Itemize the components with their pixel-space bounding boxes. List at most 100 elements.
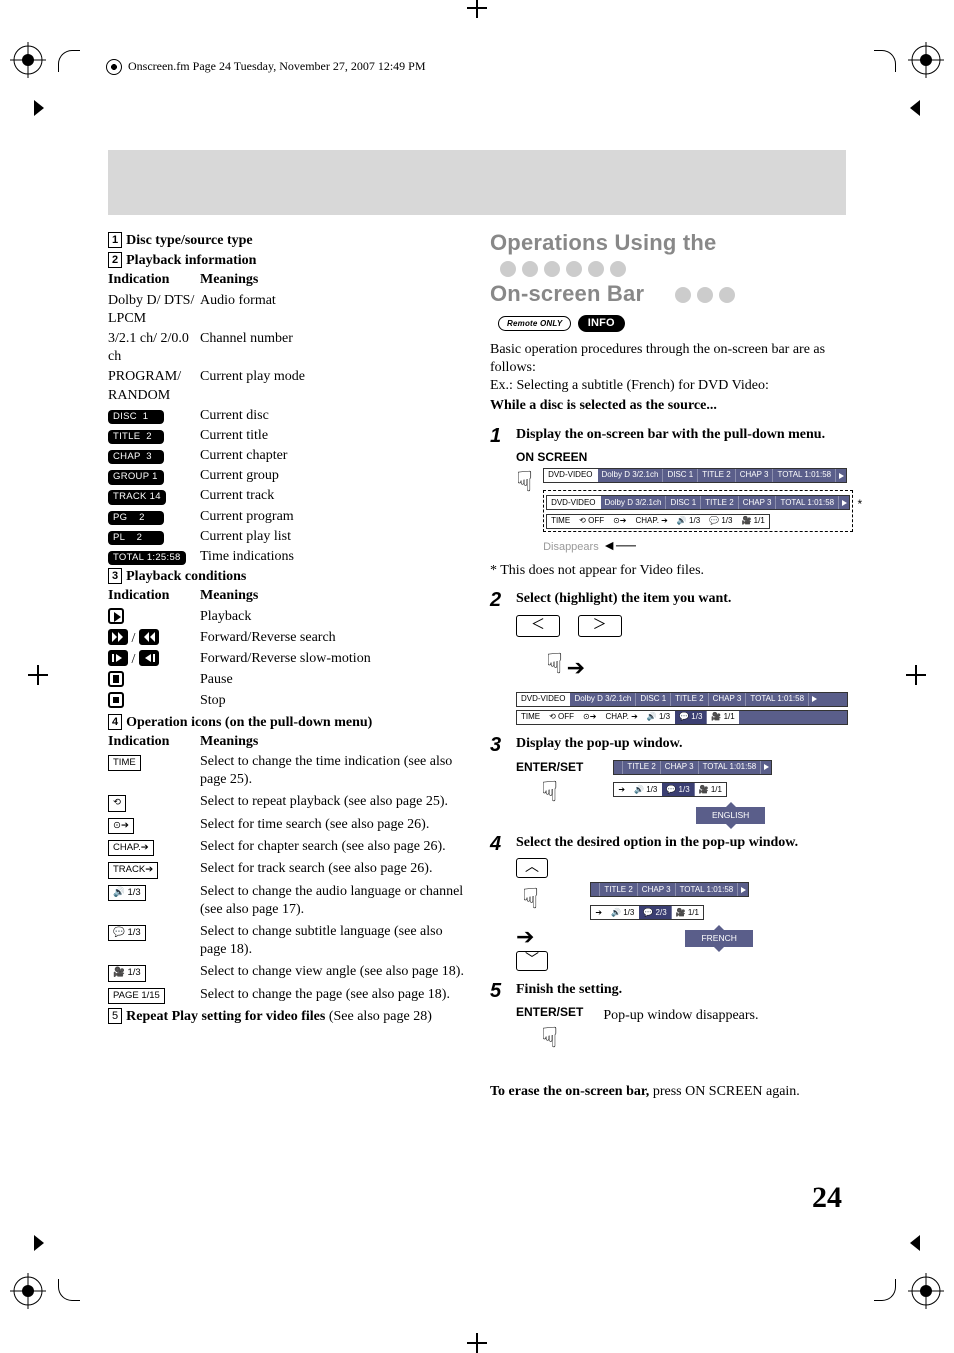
- meaning-cell: Forward/Reverse search: [200, 629, 466, 648]
- crop-mark-icon: [467, 0, 487, 18]
- indication-cell: CHAP.➔: [108, 838, 200, 856]
- operation-icon: TIME: [108, 755, 141, 771]
- hand-press-icon: ☟: [522, 882, 539, 918]
- arrow-right-icon: ➔: [567, 654, 585, 683]
- cursor-up-button[interactable]: ︿: [516, 858, 548, 878]
- col-header-indication: Indication: [108, 733, 200, 751]
- table-header: Indication Meanings: [108, 733, 466, 751]
- section-1-heading: 1Disc type/source type: [108, 232, 466, 250]
- intro-text-2: Ex.: Selecting a subtitle (French) for D…: [490, 377, 848, 395]
- operation-icon: TRACK➔: [108, 862, 158, 878]
- reg-mark-icon: [10, 1273, 46, 1309]
- tri-mark-icon: [910, 1235, 920, 1251]
- indication-cell: PG 2: [108, 508, 200, 526]
- indication-cell: 💬 1/3: [108, 923, 200, 959]
- osd-expanded-box: * DVD-VIDEODolby D 3/2.1ch DISC 1TITLE 2…: [543, 490, 853, 532]
- meaning-cell: Forward/Reverse slow-motion: [200, 650, 466, 669]
- enter-set-label: ENTER/SET: [516, 1005, 583, 1021]
- indication-cell: PL 2: [108, 528, 200, 546]
- decor-dots-icon: [675, 287, 735, 303]
- operation-icon: 💬 1/3: [108, 925, 146, 941]
- col-header-meanings: Meanings: [200, 733, 258, 751]
- disappears-label: Disappears: [543, 541, 599, 553]
- meaning-cell: Select to change the page (see also page…: [200, 986, 466, 1004]
- meaning-cell: Select to change the audio language or c…: [200, 883, 466, 919]
- table-row: ⊙➔Select for time search (see also page …: [108, 816, 466, 834]
- asterisk-icon: *: [857, 497, 862, 513]
- fast-forward-icon: [108, 629, 128, 645]
- osd-chip-icon: DISC 1: [108, 410, 164, 424]
- indication-cell: PROGRAM/ RANDOM: [108, 368, 200, 404]
- cursor-right-button[interactable]: ＞: [578, 615, 622, 637]
- indication-cell: 3/2.1 ch/ 2/0.0 ch: [108, 330, 200, 366]
- meaning-cell: Select to change subtitle language (see …: [200, 923, 466, 959]
- arrow-right-icon: ➔: [516, 923, 534, 952]
- remote-only-badge: Remote ONLY: [498, 316, 571, 331]
- table-row: DISC 1Current disc: [108, 407, 466, 425]
- operation-icon: ⟲: [108, 795, 126, 811]
- table-row: CHAP 3 Current chapter: [108, 447, 466, 465]
- tri-mark-icon: [910, 100, 920, 116]
- table-row: / Forward/Reverse search: [108, 629, 466, 648]
- osd-bar-partial-2: ➔🔊 1/3💬 2/3🎥 1/1: [590, 905, 704, 920]
- indication-cell: CHAP 3: [108, 447, 200, 465]
- table-row: PROGRAM/ RANDOMCurrent play mode: [108, 368, 466, 404]
- meaning-cell: Current track: [200, 487, 466, 505]
- indication-cell: ⊙➔: [108, 816, 200, 834]
- meaning-cell: Select for track search (see also page 2…: [200, 860, 466, 878]
- table-row: PL 2Current play list: [108, 528, 466, 546]
- slow-reverse-icon: [139, 650, 159, 666]
- cursor-down-button[interactable]: ﹀: [516, 951, 548, 971]
- hand-press-icon: ☟: [546, 647, 563, 683]
- osd-bar-top: DVD-VIDEODolby D 3/2.1ch DISC 1TITLE 2CH…: [543, 468, 847, 483]
- step-number: 2: [490, 590, 506, 725]
- on-screen-label: ON SCREEN: [516, 450, 853, 466]
- indication-cell: TIME: [108, 753, 200, 789]
- frame-corner-icon: [874, 1279, 896, 1301]
- meaning-cell: Current play mode: [200, 368, 466, 404]
- meaning-cell: Channel number: [200, 330, 466, 366]
- meaning-cell: Select to change view angle (see also pa…: [200, 963, 466, 981]
- decor-dots-icon: [500, 261, 626, 277]
- cursor-left-button[interactable]: ＜: [516, 615, 560, 637]
- meaning-cell: Pause: [200, 671, 466, 690]
- table-row: Playback: [108, 608, 466, 627]
- step-number: 1: [490, 426, 506, 557]
- table-row: TRACK 14Current track: [108, 487, 466, 505]
- osd-bar-row1: DVD-VIDEODolby D 3/2.1ch DISC 1TITLE 2CH…: [516, 692, 848, 707]
- step-5: 5 Finish the setting. ENTER/SET ☟ Pop-up…: [490, 981, 848, 1057]
- table-row: TITLE 2Current title: [108, 427, 466, 445]
- col-header-meanings: Meanings: [200, 587, 258, 605]
- indication-cell: Dolby D/ DTS/ LPCM: [108, 292, 200, 328]
- table-row: 3/2.1 ch/ 2/0.0 chChannel number: [108, 330, 466, 366]
- hand-press-icon: ☟: [516, 465, 533, 501]
- table-row: CHAP.➔Select for chapter search (see als…: [108, 838, 466, 856]
- osd-bar-row1: DVD-VIDEODolby D 3/2.1ch DISC 1TITLE 2CH…: [546, 495, 850, 510]
- table-row: TOTAL 1:25:58Time indications: [108, 548, 466, 566]
- table-row: 💬 1/3 Select to change subtitle language …: [108, 923, 466, 959]
- col-header-meanings: Meanings: [200, 271, 258, 289]
- indication-cell: DISC 1: [108, 407, 200, 425]
- title-line-2: On-screen Bar: [490, 281, 644, 306]
- osd-chip-icon: TOTAL 1:25:58: [108, 551, 186, 565]
- osd-bar-row2: TIME⟲ OFF ⊙➔CHAP. ➔ 🔊 1/3💬 1/3🎥 1/1: [546, 514, 770, 529]
- step-2: 2 Select (highlight) the item you want. …: [490, 590, 848, 725]
- meaning-cell: Current chapter: [200, 447, 466, 465]
- pause-icon: [108, 671, 124, 687]
- table-header: Indication Meanings: [108, 271, 466, 289]
- table-header: Indication Meanings: [108, 587, 466, 605]
- operation-icon: 🎥 1/3: [108, 965, 146, 981]
- indication-cell: TRACK➔: [108, 860, 200, 878]
- operation-icon: ⊙➔: [108, 818, 134, 834]
- section-5-heading: 5Repeat Play setting for video files (Se…: [108, 1008, 466, 1026]
- osd-chip-icon: CHAP 3: [108, 450, 164, 464]
- hand-press-icon: ☟: [541, 775, 558, 811]
- meaning-cell: Playback: [200, 608, 466, 627]
- meaning-cell: Select to change the time indication (se…: [200, 753, 466, 789]
- table-row: ⟲Select to repeat playback (see also pag…: [108, 793, 466, 811]
- step-1-text: Display the on-screen bar with the pull-…: [516, 427, 825, 442]
- col-header-indication: Indication: [108, 271, 200, 289]
- indication-cell: GROUP 1: [108, 467, 200, 485]
- table-row: Pause: [108, 671, 466, 690]
- step-5-note: Pop-up window disappears.: [603, 1005, 758, 1025]
